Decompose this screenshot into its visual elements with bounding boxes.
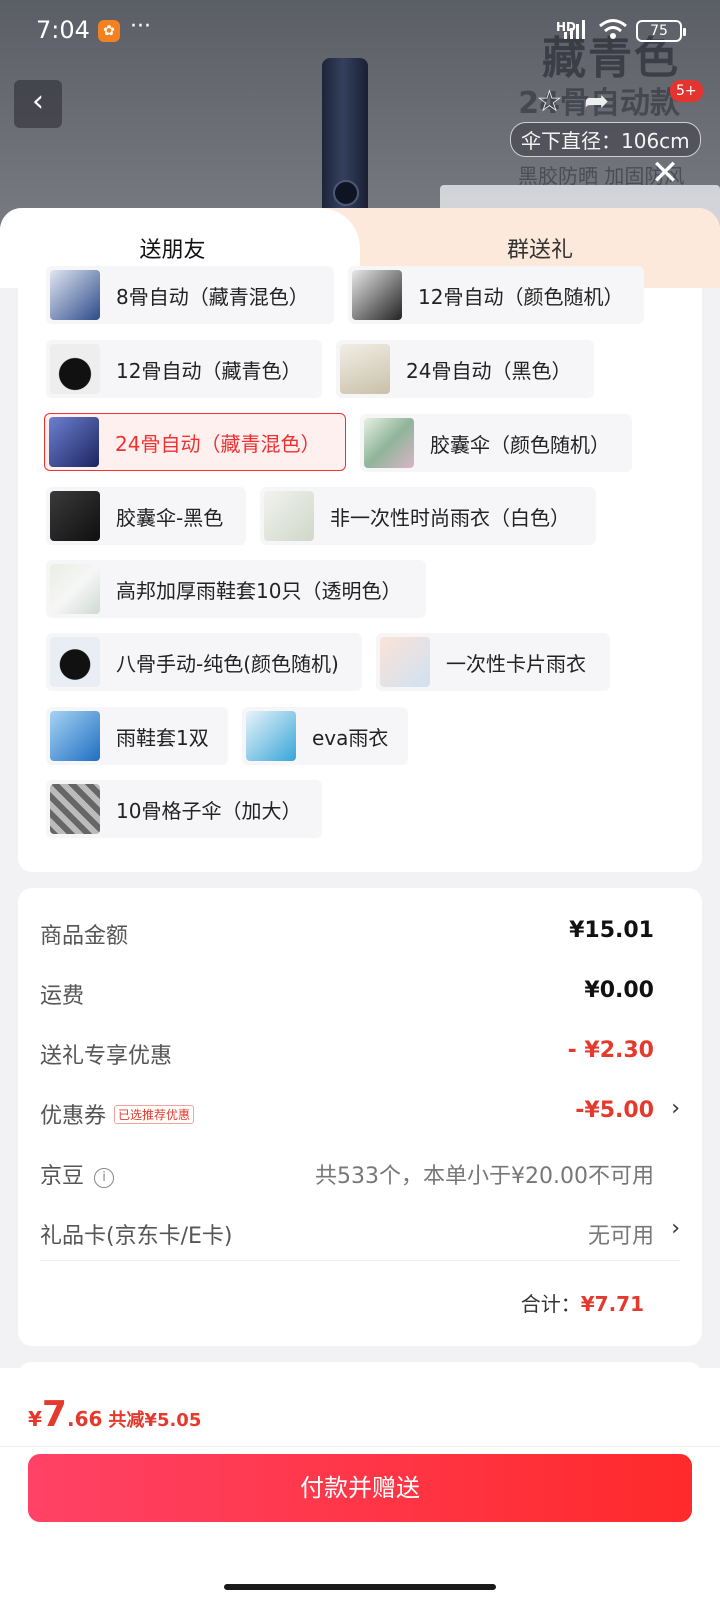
variant-thumbnail [50, 784, 100, 834]
divider [40, 1260, 680, 1261]
variant-label: 一次性卡片雨衣 [446, 651, 586, 676]
price-integer: 7 [41, 1394, 67, 1435]
variant-label: 24骨自动（黑色） [406, 358, 572, 383]
jingdou-row: 京豆 i 共533个，本单小于¥20.00不可用 [40, 1152, 680, 1192]
gift-card-row[interactable]: 礼品卡(京东卡/E卡) 无可用 › [40, 1212, 680, 1252]
variant-thumbnail [50, 270, 100, 320]
divider [0, 1446, 720, 1447]
variant-thumbnail [50, 564, 100, 614]
status-bar: 7:04 ✿ ··· HD 75 [0, 0, 720, 60]
variant-thumbnail [246, 711, 296, 761]
more-notifications-icon: ··· [130, 14, 151, 39]
variant-label: 胶囊伞-黑色 [116, 505, 224, 530]
notification-app-icon: ✿ [98, 20, 120, 42]
variant-label: 八骨手动-纯色(颜色随机) [116, 651, 339, 676]
variant-chip[interactable]: 一次性卡片雨衣 [376, 633, 610, 691]
gift-card-label: 礼品卡(京东卡/E卡) [40, 1224, 233, 1249]
shipping-value: ¥0.00 [584, 978, 654, 1003]
variant-thumbnail [264, 491, 314, 541]
jingdou-value: 共533个，本单小于¥20.00不可用 [315, 1164, 654, 1189]
goods-amount-label: 商品金额 [40, 924, 129, 949]
clock: 7:04 [36, 16, 90, 44]
coupon-row[interactable]: 优惠券 已选推荐优惠 -¥5.00 › [40, 1092, 680, 1132]
variant-chip[interactable]: 10骨格子伞（加大） [46, 780, 322, 838]
banner-spec: 伞下直径：106cm [510, 122, 701, 157]
total-label: 合计： [520, 1292, 581, 1316]
variant-thumbnail [364, 418, 414, 468]
chevron-right-icon: › [671, 1216, 680, 1241]
final-price: ¥7.66 共减¥5.05 [28, 1394, 201, 1435]
product-image-detail [333, 180, 359, 206]
jingdou-label: 京豆 [40, 1164, 85, 1189]
variant-thumbnail [49, 417, 99, 467]
variant-thumbnail [380, 637, 430, 687]
tab-group-gift[interactable]: 群送礼 [360, 232, 720, 264]
variant-thumbnail [352, 270, 402, 320]
variant-list: 8骨自动（藏青混色） 12骨自动（颜色随机） 12骨自动（藏青色） 24骨自动（… [18, 266, 702, 872]
chevron-right-icon: › [671, 1096, 680, 1121]
variant-chip[interactable]: 八骨手动-纯色(颜色随机) [46, 633, 362, 691]
total-saved: 共减¥5.05 [108, 1410, 202, 1431]
tab-send-friend-label: 送朋友 [139, 238, 206, 263]
price-decimal: .66 [66, 1407, 103, 1431]
back-button[interactable]: ‹ [14, 80, 62, 128]
variant-chip[interactable]: eva雨衣 [242, 707, 408, 765]
variant-thumbnail [50, 637, 100, 687]
jingdou-label-group: 京豆 i [40, 1158, 115, 1190]
checkout-bar: ¥7.66 共减¥5.05 付款并赠送 [0, 1368, 720, 1600]
variant-chip[interactable]: 24骨自动（黑色） [336, 340, 594, 398]
total-line: 合计：¥7.71 [521, 1288, 644, 1317]
info-icon[interactable]: i [94, 1168, 115, 1188]
variant-label: 12骨自动（藏青色） [116, 358, 302, 383]
price-summary: 商品金额 ¥15.01 运费 ¥0.00 送礼专享优惠 - ¥2.30 优惠券已… [18, 888, 702, 1346]
variant-label: 非一次性时尚雨衣（白色） [330, 505, 570, 530]
home-indicator[interactable] [224, 1584, 496, 1590]
coupon-recommended-tag: 已选推荐优惠 [114, 1105, 195, 1124]
currency-symbol: ¥ [28, 1407, 42, 1431]
pay-and-gift-button[interactable]: 付款并赠送 [28, 1454, 692, 1522]
coupon-label: 优惠券 [40, 1104, 107, 1129]
favorite-star-icon[interactable]: ☆ [536, 86, 568, 118]
variant-chip[interactable]: 高邦加厚雨鞋套10只（透明色） [46, 560, 426, 618]
variant-label: 雨鞋套1双 [116, 725, 209, 750]
variant-label: eva雨衣 [312, 725, 389, 750]
coupon-value: -¥5.00 [575, 1098, 654, 1123]
signal-icon [564, 20, 585, 39]
variant-label: 24骨自动（藏青混色） [115, 431, 321, 456]
variant-chip[interactable]: 非一次性时尚雨衣（白色） [260, 487, 596, 545]
variant-thumbnail [50, 344, 100, 394]
gift-discount-label: 送礼专享优惠 [40, 1044, 173, 1069]
total-value: ¥7.71 [580, 1292, 644, 1316]
gift-card-value: 无可用 [587, 1224, 654, 1249]
variant-chip-selected[interactable]: 24骨自动（藏青混色） [44, 413, 346, 471]
notification-badge: 5+ [670, 80, 703, 102]
battery-icon: 75 [636, 20, 686, 42]
variant-chip[interactable]: 雨鞋套1双 [46, 707, 228, 765]
variant-label: 8骨自动（藏青混色） [116, 284, 309, 309]
variant-chip[interactable]: 胶囊伞-黑色 [46, 487, 246, 545]
variant-thumbnail [50, 711, 100, 761]
gift-discount-row: 送礼专享优惠 - ¥2.30 [40, 1032, 680, 1072]
share-icon[interactable]: ➦ [584, 86, 618, 118]
variant-chip[interactable]: 12骨自动（藏青色） [46, 340, 322, 398]
wifi-icon [599, 19, 627, 39]
close-icon[interactable]: ✕ [650, 156, 680, 190]
shipping-label: 运费 [40, 984, 85, 1009]
gift-discount-value: - ¥2.30 [567, 1038, 654, 1063]
goods-amount-row: 商品金额 ¥15.01 [40, 912, 680, 952]
variant-chip[interactable]: 12骨自动（颜色随机） [348, 266, 644, 324]
variant-label: 高邦加厚雨鞋套10只（透明色） [116, 578, 402, 603]
variant-thumbnail [50, 491, 100, 541]
variant-label: 10骨格子伞（加大） [116, 798, 302, 823]
variant-label: 胶囊伞（颜色随机） [430, 432, 610, 457]
variant-chip[interactable]: 8骨自动（藏青混色） [46, 266, 334, 324]
variant-chip[interactable]: 胶囊伞（颜色随机） [360, 414, 632, 472]
variant-label: 12骨自动（颜色随机） [418, 284, 624, 309]
goods-amount-value: ¥15.01 [569, 918, 654, 943]
shipping-row: 运费 ¥0.00 [40, 972, 680, 1012]
variant-thumbnail [340, 344, 390, 394]
coupon-label-group: 优惠券 已选推荐优惠 [40, 1098, 195, 1130]
